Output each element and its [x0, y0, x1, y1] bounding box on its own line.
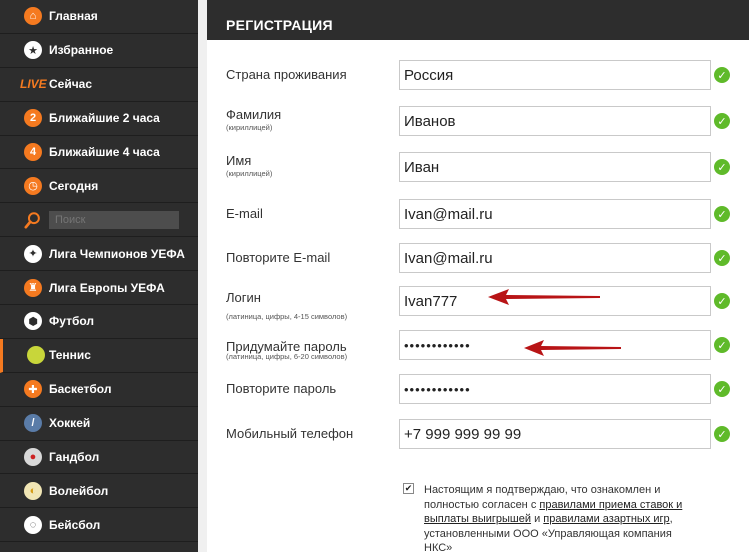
surname-field[interactable] — [399, 106, 711, 136]
sidebar-item-label: Ближайшие 2 часа — [49, 111, 160, 126]
valid-check-icon: ✓ — [714, 381, 730, 397]
sidebar-item-today[interactable]: ◷ Сегодня — [0, 169, 198, 204]
sidebar-item-volleyball[interactable]: ◐ Волейбол — [0, 474, 198, 509]
search-input[interactable] — [49, 210, 179, 229]
sidebar-item-tennis[interactable]: Теннис — [0, 338, 198, 373]
field-label: Логин — [226, 290, 261, 305]
valid-check-icon: ✓ — [714, 337, 730, 353]
sidebar: ⌂ Главная ★ Избранное LIVE Сейчас 2 Ближ… — [0, 0, 198, 552]
field-hint: (кириллицей) — [226, 169, 273, 178]
arrow-annotation-login — [488, 289, 600, 305]
star-icon: ★ — [24, 41, 42, 60]
sidebar-item-label: Сейчас — [49, 77, 93, 92]
sidebar-item-baseball[interactable]: ◌ Бейсбол — [0, 508, 198, 543]
field-label: Повторите пароль — [226, 381, 337, 396]
sidebar-item-label: Избранное — [49, 43, 114, 58]
tennis-icon — [27, 346, 45, 365]
sidebar-item-hockey[interactable]: / Хоккей — [0, 407, 198, 441]
valid-check-icon: ✓ — [714, 113, 730, 129]
sidebar-item-next-4-hours[interactable]: 4 Ближайшие 4 часа — [0, 136, 198, 170]
field-hint: (латиница, цифры, 4-15 символов) — [226, 312, 348, 321]
sidebar-item-label: Ближайшие 4 часа — [49, 145, 160, 159]
field-label: E-mail — [226, 206, 263, 221]
field-hint: (кириллицей) — [226, 123, 273, 132]
arrow-annotation-password — [524, 340, 621, 356]
sidebar-item-uefa-champions-league[interactable]: ✦ Лига Чемпионов УЕФА — [0, 237, 198, 272]
first-name-field[interactable] — [399, 152, 711, 182]
email-field[interactable] — [399, 199, 711, 229]
phone-field[interactable] — [399, 419, 711, 449]
registration-form: Страна проживания ✓ Фамилия (кириллицей)… — [207, 40, 749, 552]
live-badge: LIVE — [20, 77, 47, 92]
sidebar-item-label: Главная — [49, 9, 98, 24]
sidebar-item-live[interactable]: LIVE Сейчас — [0, 68, 198, 102]
field-label: Повторите E-mail — [226, 250, 331, 265]
field-label: Страна проживания — [226, 67, 347, 82]
valid-check-icon: ✓ — [714, 293, 730, 309]
clock-icon: ◷ — [24, 176, 42, 195]
sidebar-item-home[interactable]: ⌂ Главная — [0, 0, 198, 34]
baseball-icon: ◌ — [24, 515, 42, 534]
field-label: Фамилия — [226, 107, 282, 122]
handball-icon: ● — [24, 448, 42, 467]
sidebar-item-label: Хоккей — [49, 416, 91, 431]
volleyball-icon: ◐ — [24, 481, 42, 500]
terms-checkbox[interactable]: ✔ — [403, 483, 414, 494]
sidebar-item-basketball[interactable]: ✚ Баскетбол — [0, 373, 198, 407]
sidebar-item-uefa-europa-league[interactable]: ♜ Лига Европы УЕФА — [0, 271, 198, 306]
search-icon[interactable] — [24, 211, 42, 229]
email-repeat-field[interactable] — [399, 243, 711, 273]
uefa-cl-icon: ✦ — [24, 244, 42, 263]
sidebar-item-label: Лига Европы УЕФА — [49, 280, 165, 295]
sidebar-item-label: Баскетбол — [49, 382, 112, 397]
valid-check-icon: ✓ — [714, 206, 730, 222]
hockey-icon: / — [24, 414, 42, 433]
football-icon: ⬢ — [24, 312, 42, 331]
sidebar-search — [0, 203, 198, 238]
sidebar-item-next-2-hours[interactable]: 2 Ближайшие 2 часа — [0, 102, 198, 136]
four-hours-icon: 4 — [24, 143, 42, 161]
sidebar-item-label: Бейсбол — [49, 517, 101, 532]
valid-check-icon: ✓ — [714, 67, 730, 83]
page-title: РЕГИСТРАЦИЯ — [207, 0, 749, 40]
sidebar-item-favorites[interactable]: ★ Избранное — [0, 34, 198, 68]
field-label: Мобильный телефон — [226, 426, 354, 441]
sidebar-item-football[interactable]: ⬢ Футбол — [0, 305, 198, 339]
field-hint: (латиница, цифры, 6-20 символов) — [226, 352, 348, 361]
link-gambling-rules[interactable]: правилами азартных игр — [543, 513, 669, 525]
field-label: Имя — [226, 153, 252, 168]
valid-check-icon: ✓ — [714, 250, 730, 266]
terms-text-part: и — [531, 513, 544, 525]
sidebar-item-label: Сегодня — [49, 178, 99, 193]
valid-check-icon: ✓ — [714, 426, 730, 442]
terms-consent: ✔ Настоящим я подтверждаю, что ознакомле… — [403, 483, 703, 552]
uefa-el-icon: ♜ — [24, 278, 42, 297]
terms-text: Настоящим я подтверждаю, что ознакомлен … — [424, 483, 703, 552]
two-hours-icon: 2 — [24, 109, 42, 128]
country-field[interactable] — [399, 60, 711, 90]
basketball-icon: ✚ — [24, 380, 42, 399]
registration-panel: РЕГИСТРАЦИЯ Страна проживания ✓ Фамилия … — [207, 0, 749, 552]
sidebar-item-label: Лига Чемпионов УЕФА — [49, 246, 185, 261]
password-repeat-field[interactable] — [399, 374, 711, 404]
sidebar-item-label: Гандбол — [49, 450, 100, 465]
valid-check-icon: ✓ — [714, 159, 730, 175]
home-icon: ⌂ — [24, 7, 42, 26]
sidebar-item-label: Футбол — [49, 314, 95, 329]
sidebar-item-label: Теннис — [49, 348, 91, 363]
sidebar-item-handball[interactable]: ● Гандбол — [0, 441, 198, 475]
sidebar-item-label: Волейбол — [49, 483, 109, 498]
